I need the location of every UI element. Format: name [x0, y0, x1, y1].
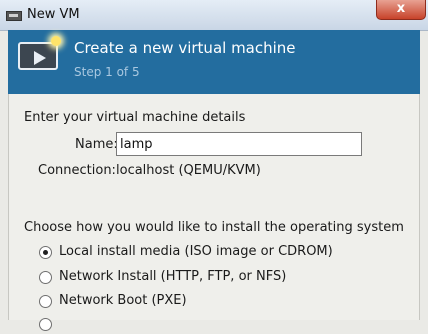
wizard-step: Step 1 of 5 — [74, 65, 140, 79]
connection-label: Connection: — [38, 163, 116, 178]
window-title: New VM — [27, 7, 80, 22]
wizard-content: Enter your virtual machine details Name:… — [8, 94, 420, 331]
install-heading: Choose how you would like to install the… — [24, 220, 404, 235]
details-heading: Enter your virtual machine details — [24, 110, 246, 125]
window-titlebar[interactable]: New VM x — [0, 0, 428, 31]
radio-label-network-boot[interactable]: Network Boot (PXE) — [59, 293, 187, 308]
app-window-icon — [6, 11, 22, 21]
wizard-banner: Create a new virtual machine Step 1 of 5 — [8, 30, 420, 95]
vm-monitor-play-icon — [18, 36, 61, 72]
radio-button[interactable] — [39, 295, 52, 308]
connection-value: localhost (QEMU/KVM) — [116, 163, 261, 178]
radio-button[interactable] — [39, 246, 52, 259]
name-label: Name: — [75, 137, 118, 152]
radio-label-local-install[interactable]: Local install media (ISO image or CDROM) — [59, 244, 333, 259]
close-button[interactable]: x — [376, 0, 426, 20]
wizard-title: Create a new virtual machine — [74, 39, 296, 57]
radio-button[interactable] — [39, 271, 52, 284]
radio-label-network-install[interactable]: Network Install (HTTP, FTP, or NFS) — [59, 269, 286, 284]
vm-name-input[interactable] — [116, 132, 362, 156]
